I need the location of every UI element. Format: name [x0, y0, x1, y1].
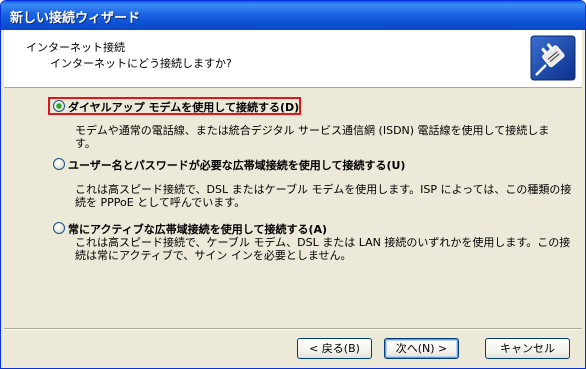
wizard-header: インターネット接続 インターネットにどう接続しますか? [4, 30, 582, 88]
option-desc-broadband-pppoe: これは高スピード接続で、DSL またはケーブル モデムを使用します。ISP によ… [75, 183, 572, 209]
cancel-button[interactable]: キャンセル [485, 338, 570, 359]
button-divider [4, 328, 582, 330]
option-label-broadband-pppoe[interactable]: ユーザー名とパスワードが必要な広帯域接続を使用して接続する(U) [68, 157, 405, 173]
radio-broadband-always-on[interactable] [53, 222, 65, 234]
focus-highlight [48, 97, 301, 115]
radio-broadband-pppoe[interactable] [53, 158, 65, 170]
back-button[interactable]: < 戻る(B) [297, 338, 372, 359]
header-title: インターネット接続 [26, 41, 125, 54]
option-desc-dialup: モデムや通常の電話線、または統合デジタル サービス通信網 (ISDN) 電話線を… [75, 124, 550, 150]
title-bar[interactable]: 新しい接続ウィザード [1, 1, 585, 30]
header-subtitle: インターネットにどう接続しますか? [50, 57, 232, 70]
connection-plug-icon [530, 35, 576, 81]
window-title: 新しい接続ウィザード [10, 11, 141, 26]
option-label-broadband-always-on[interactable]: 常にアクティブな広帯域接続を使用して接続する(A) [68, 221, 327, 237]
next-button[interactable]: 次へ(N) > [384, 338, 459, 359]
option-desc-broadband-always-on: これは高スピード接続で、ケーブル モデム、DSL または LAN 接続のいずれか… [75, 236, 571, 262]
wizard-window: 新しい接続ウィザード インターネット接続 インターネットにどう接続しますか? ダ… [0, 0, 586, 369]
